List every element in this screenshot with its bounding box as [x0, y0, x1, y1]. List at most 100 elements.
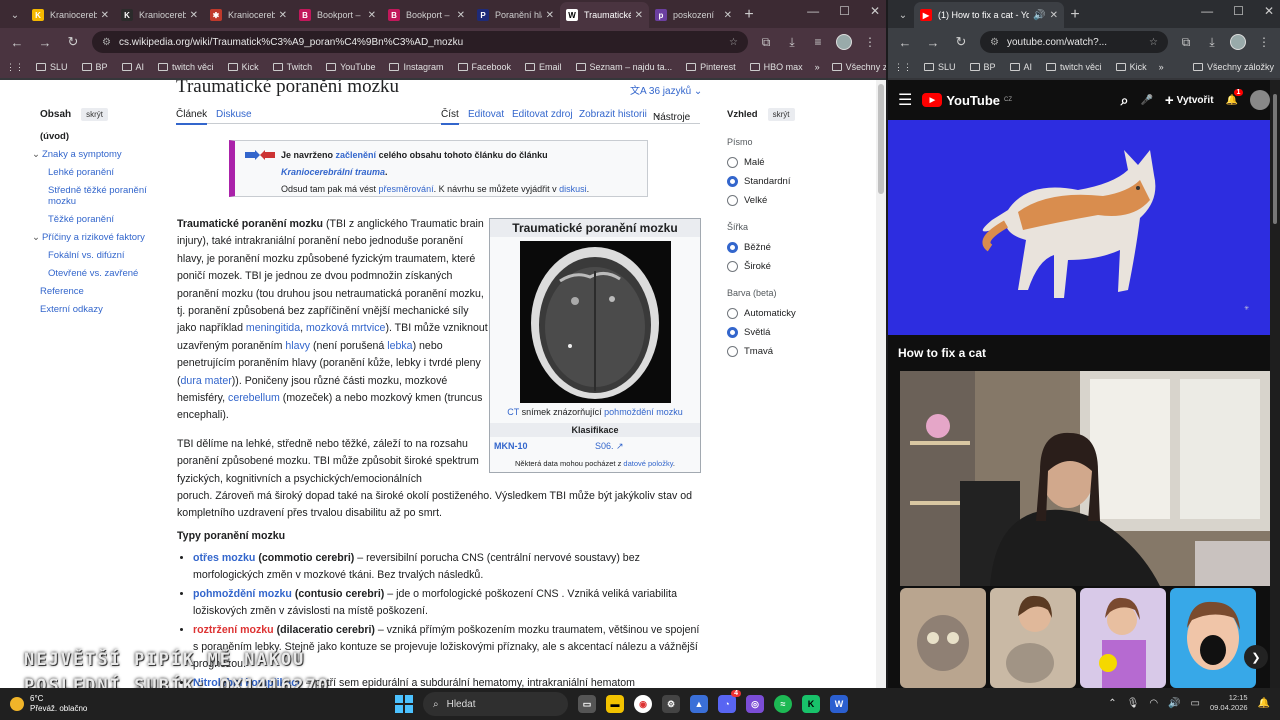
chevron-down-icon[interactable]: ⌄: [32, 149, 40, 160]
bookmark-item[interactable]: Twitch: [272, 62, 312, 72]
back-icon[interactable]: ←: [896, 35, 914, 50]
s06-link[interactable]: S06. ↗: [595, 441, 696, 452]
maximize-icon[interactable]: ☐: [839, 4, 850, 18]
task-view-icon[interactable]: ▭: [578, 695, 596, 713]
radio-option[interactable]: Široké: [727, 261, 837, 272]
toc-item[interactable]: Těžké poranění: [40, 214, 160, 225]
article-link[interactable]: hlavy: [285, 340, 310, 352]
browser-tab[interactable]: B Bookport – ✕: [382, 2, 471, 28]
close-window-icon[interactable]: ✕: [1264, 4, 1274, 18]
tab-edit[interactable]: Editovat: [468, 109, 504, 120]
toc-item[interactable]: Lehké poranění: [40, 167, 160, 178]
forward-icon[interactable]: →: [924, 35, 942, 50]
term-link[interactable]: otřes mozku: [193, 552, 255, 564]
toc-item[interactable]: Středně těžké poranění mozku: [40, 185, 160, 207]
short-thumbnail[interactable]: [900, 588, 986, 688]
obs-icon[interactable]: ◎: [746, 695, 764, 713]
article-link[interactable]: cerebellum: [228, 392, 280, 404]
shorts-next-button[interactable]: ❯: [1244, 645, 1268, 669]
toc-hide-button[interactable]: skrýt: [81, 108, 109, 121]
toc-item[interactable]: Fokální vs. difúzní: [40, 250, 160, 261]
tab-talk[interactable]: Diskuse: [216, 109, 252, 120]
radio-option[interactable]: Velké: [727, 195, 837, 206]
menu-icon[interactable]: ⋮: [862, 35, 878, 49]
radio-option[interactable]: Běžné: [727, 242, 837, 253]
radio-button[interactable]: [727, 195, 738, 206]
bookmarks-more[interactable]: »: [1159, 62, 1164, 72]
profile-avatar[interactable]: [836, 34, 852, 50]
bookmark-item[interactable]: YouTube: [326, 62, 375, 72]
close-tab-icon[interactable]: ✕: [724, 10, 732, 21]
merge-target-link[interactable]: Kraniocerebrální trauma: [281, 167, 385, 177]
close-tab-icon[interactable]: ✕: [457, 10, 465, 21]
discussion-link[interactable]: diskusi: [559, 184, 587, 194]
notifications-icon[interactable]: 🔔: [1258, 698, 1270, 709]
data-item-link[interactable]: datové položky: [623, 459, 672, 468]
close-tab-icon[interactable]: ✕: [546, 10, 554, 21]
short-thumbnail[interactable]: [990, 588, 1076, 688]
close-tab-icon[interactable]: ✕: [635, 10, 643, 21]
youtube-scrollbar[interactable]: [1270, 80, 1280, 688]
mic-icon[interactable]: 🎤: [1140, 95, 1152, 106]
bookmark-item[interactable]: HBO max: [749, 62, 803, 72]
wifi-icon[interactable]: ◠: [1149, 698, 1158, 709]
bookmark-item[interactable]: BP: [81, 62, 108, 72]
file-explorer-icon[interactable]: ▬: [606, 695, 624, 713]
tab-search-button[interactable]: ⌄: [4, 4, 26, 26]
bookmark-item[interactable]: AI: [121, 62, 144, 72]
media-icon[interactable]: ≡: [810, 35, 826, 49]
close-tab-icon[interactable]: ✕: [1050, 10, 1058, 21]
redirect-link[interactable]: přesměrování: [379, 184, 434, 194]
close-window-icon[interactable]: ✕: [870, 4, 880, 18]
bookmark-item[interactable]: Facebook: [457, 62, 511, 72]
close-tab-icon[interactable]: ✕: [190, 10, 198, 21]
radio-button[interactable]: [727, 176, 738, 187]
radio-button[interactable]: [727, 157, 738, 168]
article-link[interactable]: mozková mrtvice: [306, 322, 385, 334]
merge-link[interactable]: začlenění: [336, 150, 377, 160]
bookmark-item[interactable]: Pinterest: [686, 62, 736, 72]
minimize-icon[interactable]: —: [807, 4, 819, 18]
scrollbar-thumb[interactable]: [1273, 94, 1277, 224]
page-scrollbar[interactable]: [876, 80, 886, 688]
close-tab-icon[interactable]: ✕: [101, 10, 109, 21]
bookmark-item[interactable]: Kick: [1115, 62, 1147, 72]
browser-tab[interactable]: K Kraniocerebrální ✕: [115, 2, 204, 28]
browser-tab[interactable]: ✱ Kraniocerebrální ✕: [204, 2, 293, 28]
bookmark-item[interactable]: SLU: [36, 62, 68, 72]
tab-read[interactable]: Číst: [441, 109, 459, 125]
site-info-icon[interactable]: ⚙: [102, 37, 111, 48]
article-link[interactable]: lebka: [387, 340, 412, 352]
word-icon[interactable]: W: [830, 695, 848, 713]
maximize-icon[interactable]: ☐: [1233, 4, 1244, 18]
toc-item[interactable]: (úvod): [40, 131, 160, 142]
profile-avatar[interactable]: [1230, 34, 1246, 50]
article-link[interactable]: meningitida: [246, 322, 300, 334]
bookmark-item[interactable]: Email: [525, 62, 562, 72]
radio-option[interactable]: Automaticky: [727, 308, 837, 319]
scrollbar-thumb[interactable]: [878, 84, 884, 194]
all-bookmarks[interactable]: Všechny záložky: [1192, 62, 1274, 72]
menu-icon[interactable]: ⋮: [1256, 35, 1272, 49]
back-icon[interactable]: ←: [8, 35, 26, 50]
windows-start-icon[interactable]: [395, 695, 413, 713]
spotify-icon[interactable]: ≈: [774, 695, 792, 713]
toc-item[interactable]: ⌄ Příčiny a rizikové faktory: [32, 232, 160, 243]
ct-scan-image[interactable]: [519, 241, 671, 403]
browser-tab[interactable]: p poskození ✕: [649, 2, 738, 28]
forward-icon[interactable]: →: [36, 35, 54, 50]
radio-button[interactable]: [727, 242, 738, 253]
apps-icon[interactable]: ⋮⋮: [894, 62, 912, 73]
bookmark-item[interactable]: SLU: [924, 62, 956, 72]
youtube-tab[interactable]: ▶ (1) How to fix a cat - YouTube 🔊 ✕: [914, 2, 1064, 28]
youtube-logo[interactable]: ▶ YouTube CZ: [922, 93, 1012, 108]
term-link[interactable]: roztržení mozku: [193, 624, 274, 636]
bookmark-item[interactable]: AI: [1009, 62, 1032, 72]
radio-button[interactable]: [727, 327, 738, 338]
bookmark-star-icon[interactable]: ☆: [1149, 37, 1158, 48]
tab-search-button-right[interactable]: ⌄: [892, 4, 914, 26]
new-tab-button[interactable]: +: [738, 6, 760, 24]
appearance-hide-button[interactable]: skrýt: [767, 108, 795, 121]
close-tab-icon[interactable]: ✕: [279, 10, 287, 21]
bookmarks-more[interactable]: »: [815, 62, 820, 72]
